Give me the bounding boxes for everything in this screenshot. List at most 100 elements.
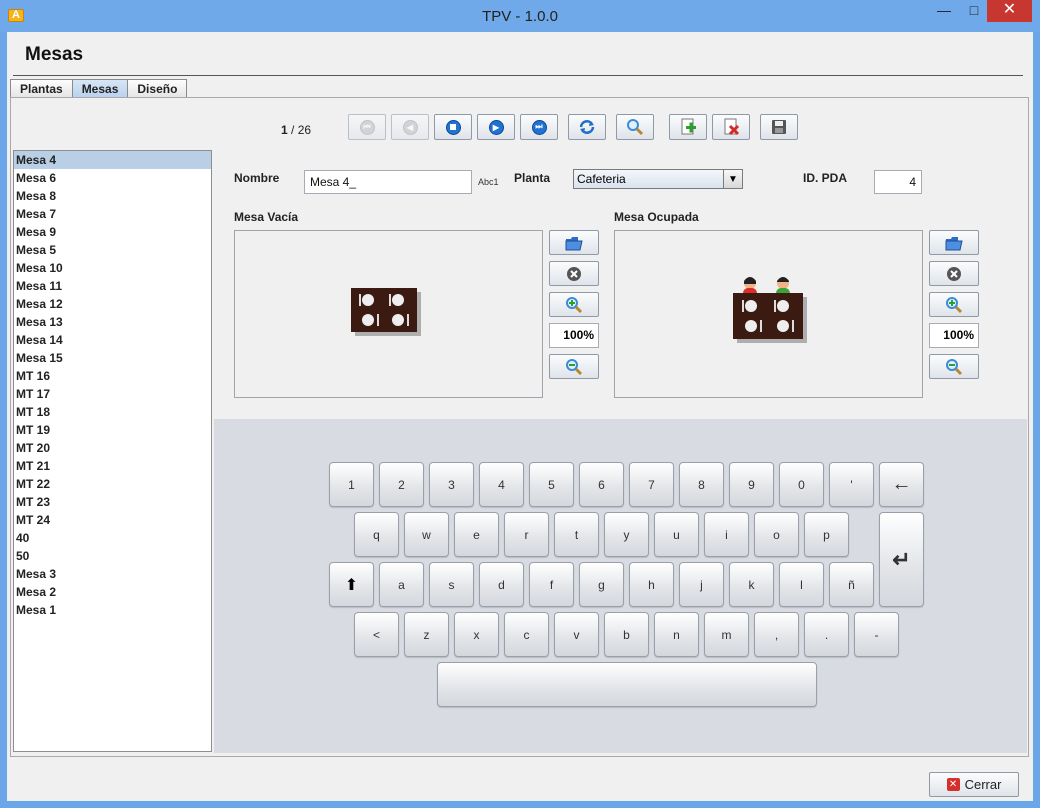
new-record-button[interactable] — [669, 114, 707, 140]
list-item[interactable]: Mesa 13 — [14, 313, 211, 331]
key-'[interactable]: ' — [829, 462, 874, 507]
list-item[interactable]: Mesa 3 — [14, 565, 211, 583]
list-item[interactable]: MT 17 — [14, 385, 211, 403]
key-a[interactable]: a — [379, 562, 424, 607]
key-g[interactable]: g — [579, 562, 624, 607]
list-item[interactable]: Mesa 6 — [14, 169, 211, 187]
tab-diseno[interactable]: Diseño — [127, 79, 188, 98]
open-image-ocupada-button[interactable] — [929, 230, 979, 255]
list-item[interactable]: MT 24 — [14, 511, 211, 529]
zoom-ocupada-field[interactable]: 100% — [929, 323, 979, 348]
key-r[interactable]: r — [504, 512, 549, 557]
key-k[interactable]: k — [729, 562, 774, 607]
key-u[interactable]: u — [654, 512, 699, 557]
key-j[interactable]: j — [679, 562, 724, 607]
key-z[interactable]: z — [404, 612, 449, 657]
search-button[interactable] — [616, 114, 654, 140]
list-item[interactable]: Mesa 9 — [14, 223, 211, 241]
key-less-than[interactable]: < — [354, 612, 399, 657]
enter-key[interactable]: ↵ — [879, 512, 924, 607]
key-e[interactable]: e — [454, 512, 499, 557]
key-q[interactable]: q — [354, 512, 399, 557]
clear-image-vacia-button[interactable] — [549, 261, 599, 286]
key-0[interactable]: 0 — [779, 462, 824, 507]
last-record-button[interactable]: ⏭ — [520, 114, 558, 140]
zoom-in-ocupada-button[interactable] — [929, 292, 979, 317]
key-b[interactable]: b — [604, 612, 649, 657]
nombre-field[interactable] — [304, 170, 472, 194]
key-o[interactable]: o — [754, 512, 799, 557]
clear-image-ocupada-button[interactable] — [929, 261, 979, 286]
tab-plantas[interactable]: Plantas — [10, 79, 73, 98]
open-image-vacia-button[interactable] — [549, 230, 599, 255]
list-item[interactable]: Mesa 1 — [14, 601, 211, 619]
list-item[interactable]: MT 20 — [14, 439, 211, 457]
list-item[interactable]: Mesa 8 — [14, 187, 211, 205]
key-y[interactable]: y — [604, 512, 649, 557]
list-item[interactable]: Mesa 15 — [14, 349, 211, 367]
key-8[interactable]: 8 — [679, 462, 724, 507]
key-comma[interactable]: , — [754, 612, 799, 657]
key-h[interactable]: h — [629, 562, 674, 607]
key-w[interactable]: w — [404, 512, 449, 557]
key-p[interactable]: p — [804, 512, 849, 557]
close-window-button[interactable]: ✕ — [987, 0, 1032, 22]
previous-record-button[interactable]: ◀ — [391, 114, 429, 140]
list-item[interactable]: Mesa 10 — [14, 259, 211, 277]
key-t[interactable]: t — [554, 512, 599, 557]
list-item[interactable]: Mesa 11 — [14, 277, 211, 295]
key-period[interactable]: . — [804, 612, 849, 657]
list-item[interactable]: Mesa 14 — [14, 331, 211, 349]
key-d[interactable]: d — [479, 562, 524, 607]
list-item[interactable]: 50 — [14, 547, 211, 565]
delete-record-button[interactable] — [712, 114, 750, 140]
stop-button[interactable] — [434, 114, 472, 140]
list-item[interactable]: MT 18 — [14, 403, 211, 421]
list-item[interactable]: Mesa 4 — [14, 151, 211, 169]
zoom-out-vacia-button[interactable] — [549, 354, 599, 379]
zoom-vacia-field[interactable]: 100% — [549, 323, 599, 348]
list-item[interactable]: Mesa 12 — [14, 295, 211, 313]
tables-list[interactable]: Mesa 4 Mesa 6 Mesa 8 Mesa 7 Mesa 9 Mesa 5 Mesa… — [13, 150, 212, 752]
key-minus[interactable]: - — [854, 612, 899, 657]
key-ñ[interactable]: ñ — [829, 562, 874, 607]
list-item[interactable]: MT 16 — [14, 367, 211, 385]
save-button[interactable] — [760, 114, 798, 140]
key-4[interactable]: 4 — [479, 462, 524, 507]
list-item[interactable]: MT 21 — [14, 457, 211, 475]
chevron-down-icon[interactable]: ▼ — [723, 170, 742, 188]
key-f[interactable]: f — [529, 562, 574, 607]
zoom-in-vacia-button[interactable] — [549, 292, 599, 317]
key-2[interactable]: 2 — [379, 462, 424, 507]
list-item[interactable]: MT 23 — [14, 493, 211, 511]
first-record-button[interactable]: ⏮ — [348, 114, 386, 140]
planta-select[interactable]: Cafeteria ▼ — [573, 169, 743, 189]
list-item[interactable]: MT 22 — [14, 475, 211, 493]
minimize-button[interactable]: — — [930, 0, 958, 22]
maximize-button[interactable]: □ — [960, 0, 988, 22]
list-item[interactable]: Mesa 7 — [14, 205, 211, 223]
list-item[interactable]: 40 — [14, 529, 211, 547]
list-item[interactable]: MT 19 — [14, 421, 211, 439]
key-1[interactable]: 1 — [329, 462, 374, 507]
key-c[interactable]: c — [504, 612, 549, 657]
key-3[interactable]: 3 — [429, 462, 474, 507]
list-item[interactable]: Mesa 2 — [14, 583, 211, 601]
key-n[interactable]: n — [654, 612, 699, 657]
key-7[interactable]: 7 — [629, 462, 674, 507]
tab-mesas[interactable]: Mesas — [71, 79, 129, 98]
next-record-button[interactable]: ▶ — [477, 114, 515, 140]
key-m[interactable]: m — [704, 612, 749, 657]
key-l[interactable]: l — [779, 562, 824, 607]
space-key[interactable] — [437, 662, 817, 707]
key-6[interactable]: 6 — [579, 462, 624, 507]
backspace-key[interactable]: ← — [879, 462, 924, 507]
key-x[interactable]: x — [454, 612, 499, 657]
id-pda-field[interactable] — [874, 170, 922, 194]
key-v[interactable]: v — [554, 612, 599, 657]
list-item[interactable]: Mesa 5 — [14, 241, 211, 259]
refresh-button[interactable] — [568, 114, 606, 140]
key-i[interactable]: i — [704, 512, 749, 557]
zoom-out-ocupada-button[interactable] — [929, 354, 979, 379]
key-s[interactable]: s — [429, 562, 474, 607]
